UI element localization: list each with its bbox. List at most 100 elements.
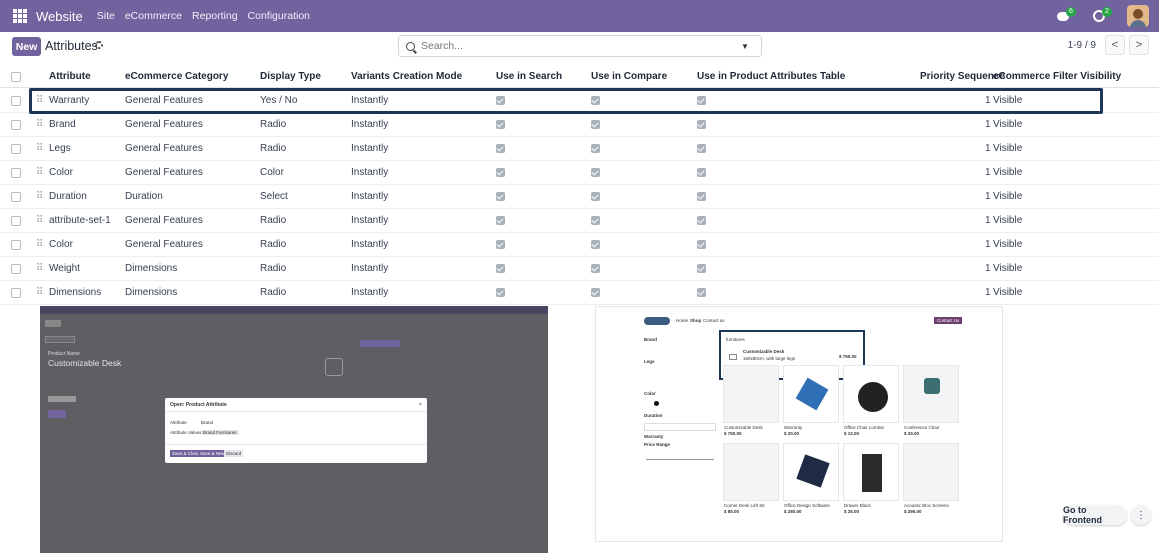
go-to-frontend-button[interactable]: Go to Frontend <box>1063 505 1127 525</box>
row-checkbox[interactable] <box>11 143 21 154</box>
drag-handle-icon[interactable]: ⠿ <box>36 239 43 250</box>
table-row[interactable]: ⠿ Color General Features Color Instantly 1 Vis… <box>0 161 1159 185</box>
menu-ecommerce[interactable]: eCommerce <box>125 10 182 22</box>
checkbox-search[interactable] <box>496 240 505 249</box>
row-checkbox[interactable] <box>11 263 21 274</box>
table-row[interactable]: ⠿ Duration Duration Select Instantly 1 Visible <box>0 185 1159 209</box>
col-display-type[interactable]: Display Type <box>260 71 321 82</box>
product-card[interactable] <box>903 443 959 501</box>
pager-previous-button[interactable]: < <box>1105 35 1125 55</box>
row-checkbox[interactable] <box>11 95 21 106</box>
shop-contact-button[interactable]: Contact Us <box>934 317 963 324</box>
col-variants-creation-mode[interactable]: Variants Creation Mode <box>351 71 462 82</box>
suggestion-title[interactable]: Customizable Desk <box>743 349 784 354</box>
row-checkbox[interactable] <box>11 287 21 298</box>
drag-handle-icon[interactable]: ⠿ <box>36 287 43 298</box>
checkbox-compare[interactable] <box>591 144 600 153</box>
search-input[interactable] <box>421 40 731 52</box>
drag-handle-icon[interactable]: ⠿ <box>36 191 43 202</box>
more-options-icon[interactable]: ⋮ <box>1131 505 1151 525</box>
table-row[interactable]: ⠿ Brand General Features Radio Instantly 1 Vis… <box>0 113 1159 137</box>
search-dropdown-toggle-icon[interactable]: ▼ <box>741 42 749 51</box>
row-checkbox[interactable] <box>11 119 21 130</box>
checkbox-search[interactable] <box>496 144 505 153</box>
drag-handle-icon[interactable]: ⠿ <box>36 95 43 106</box>
menu-reporting[interactable]: Reporting <box>192 10 238 22</box>
checkbox-table[interactable] <box>697 168 706 177</box>
shop-nav-contact[interactable]: Contact us <box>703 318 725 323</box>
checkbox-search[interactable] <box>496 192 505 201</box>
discard-button[interactable]: Discard <box>224 450 244 457</box>
attribute-field[interactable]: Brand <box>201 420 213 425</box>
checkbox-table[interactable] <box>697 144 706 153</box>
checkbox-table[interactable] <box>697 192 706 201</box>
apps-menu-icon[interactable] <box>13 9 27 23</box>
table-row[interactable]: ⠿ Color General Features Radio Instantly 1 Vis… <box>0 233 1159 257</box>
shop-nav-home[interactable]: Home <box>676 318 688 323</box>
checkbox-compare[interactable] <box>591 216 600 225</box>
product-card[interactable] <box>723 365 779 423</box>
activities-icon[interactable]: 2 <box>1091 7 1113 24</box>
messages-icon[interactable]: 6 <box>1055 7 1077 24</box>
user-avatar[interactable] <box>1127 5 1149 27</box>
checkbox-compare[interactable] <box>591 192 600 201</box>
checkbox-search[interactable] <box>496 288 505 297</box>
row-checkbox[interactable] <box>11 239 21 250</box>
attribute-value-tag[interactable]: Brand Furnitures <box>201 430 239 435</box>
drag-handle-icon[interactable]: ⠿ <box>36 167 43 178</box>
checkbox-table[interactable] <box>697 240 706 249</box>
col-use-in-compare[interactable]: Use in Compare <box>591 71 667 82</box>
gear-icon[interactable] <box>95 41 103 49</box>
checkbox-table[interactable] <box>697 264 706 273</box>
col-use-in-attributes-table[interactable]: Use in Product Attributes Table <box>697 71 845 82</box>
checkbox-compare[interactable] <box>591 96 600 105</box>
checkbox-table[interactable] <box>697 96 706 105</box>
checkbox-compare[interactable] <box>591 120 600 129</box>
shop-search-text[interactable]: furnitures <box>726 337 745 342</box>
drag-handle-icon[interactable]: ⠿ <box>36 143 43 154</box>
drag-handle-icon[interactable]: ⠿ <box>36 119 43 130</box>
table-row[interactable]: ⠿ Weight Dimensions Radio Instantly 1 Visible <box>0 257 1159 281</box>
product-card[interactable] <box>843 365 899 423</box>
table-row[interactable]: ⠿ Dimensions Dimensions Radio Instantly 1 Visi… <box>0 281 1159 305</box>
col-filter-visibility[interactable]: eCommerce Filter Visibility <box>993 71 1121 82</box>
menu-site[interactable]: Site <box>97 10 115 22</box>
checkbox-compare[interactable] <box>591 168 600 177</box>
product-card[interactable] <box>723 443 779 501</box>
menu-configuration[interactable]: Configuration <box>248 10 310 22</box>
checkbox-search[interactable] <box>496 264 505 273</box>
row-checkbox[interactable] <box>11 191 21 202</box>
save-close-button[interactable]: Save & Close <box>170 450 202 457</box>
table-row[interactable]: ⠿ Warranty General Features Yes / No Instant… <box>0 89 1159 113</box>
checkbox-search[interactable] <box>496 168 505 177</box>
col-ecommerce-category[interactable]: eCommerce Category <box>125 71 228 82</box>
checkbox-search[interactable] <box>496 216 505 225</box>
col-use-in-search[interactable]: Use in Search <box>496 71 562 82</box>
row-checkbox[interactable] <box>11 167 21 178</box>
product-card[interactable] <box>783 443 839 501</box>
dialog-close-icon[interactable]: × <box>419 402 422 408</box>
product-card[interactable] <box>903 365 959 423</box>
table-row[interactable]: ⠿ Legs General Features Radio Instantly 1 Visi… <box>0 137 1159 161</box>
new-button[interactable]: New <box>12 37 41 56</box>
save-new-button[interactable]: Save & New <box>198 450 227 457</box>
product-card[interactable] <box>783 365 839 423</box>
checkbox-compare[interactable] <box>591 288 600 297</box>
select-all-checkbox[interactable] <box>11 71 21 82</box>
pager-value[interactable]: 1-9 / 9 <box>1068 40 1096 51</box>
product-card[interactable] <box>843 443 899 501</box>
table-row[interactable]: ⠿ attribute-set-1 General Features Radio Ins… <box>0 209 1159 233</box>
checkbox-search[interactable] <box>496 96 505 105</box>
checkbox-table[interactable] <box>697 120 706 129</box>
checkbox-search[interactable] <box>496 120 505 129</box>
col-attribute[interactable]: Attribute <box>49 71 91 82</box>
checkbox-compare[interactable] <box>591 240 600 249</box>
app-brand[interactable]: Website <box>36 9 83 24</box>
drag-handle-icon[interactable]: ⠿ <box>36 215 43 226</box>
checkbox-table[interactable] <box>697 288 706 297</box>
drag-handle-icon[interactable]: ⠿ <box>36 263 43 274</box>
row-checkbox[interactable] <box>11 215 21 226</box>
checkbox-compare[interactable] <box>591 264 600 273</box>
pager-next-button[interactable]: > <box>1129 35 1149 55</box>
shop-nav-shop[interactable]: Shop <box>690 318 701 323</box>
